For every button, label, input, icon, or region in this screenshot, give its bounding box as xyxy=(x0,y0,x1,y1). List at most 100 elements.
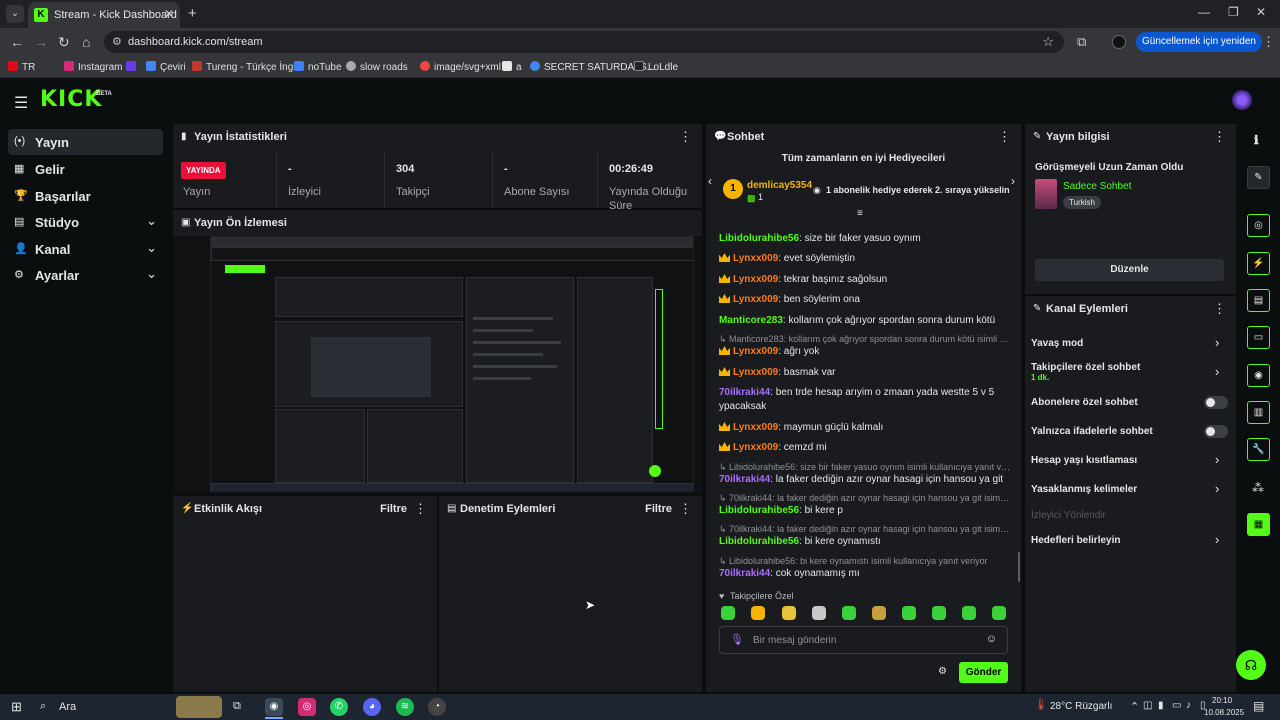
windows-start-icon[interactable]: ⊞ xyxy=(11,699,22,715)
info-icon[interactable]: ℹ xyxy=(1254,133,1259,147)
chat-username[interactable]: Manticore283 xyxy=(719,315,783,326)
site-info-icon[interactable]: ⚙ xyxy=(112,35,122,48)
chat-message[interactable]: Lynxx009: evet söylemiştin xyxy=(719,253,855,264)
minimize-icon[interactable]: — xyxy=(1198,5,1210,19)
chat-username[interactable]: Libidolurahibe56 xyxy=(719,536,799,547)
emoji-icon[interactable]: ☺ xyxy=(986,633,997,645)
chat-message[interactable]: Lynxx009: ağrı yok xyxy=(719,346,819,357)
chat-icon[interactable]: ▭ xyxy=(1247,326,1270,349)
forward-icon[interactable]: → xyxy=(34,34,48,50)
chat-username[interactable]: 70ilkraki44 xyxy=(719,474,770,485)
pinned-filter-icon[interactable]: ≡ xyxy=(857,208,863,219)
sidebar-item-kanal[interactable]: 👤 Kanal ⌄ xyxy=(8,236,163,262)
bookmark-item[interactable]: noTube xyxy=(294,61,342,73)
clapper-icon[interactable]: ▦ xyxy=(1247,513,1270,536)
edit-stream-info-button[interactable]: Düzenle xyxy=(1035,259,1224,281)
emote-only-toggle[interactable] xyxy=(1204,425,1228,438)
microphone-icon[interactable]: 🎙 xyxy=(730,633,744,646)
tray-icon[interactable]: ▮ xyxy=(1158,700,1164,711)
bookmark-item[interactable] xyxy=(126,61,140,73)
task-view-icon[interactable]: ⧉ xyxy=(233,700,241,713)
user-avatar[interactable] xyxy=(1232,90,1252,110)
chat-message[interactable]: Libidolurahibe56: bi kere oynamıstı xyxy=(719,536,881,547)
sidebar-item-yayin[interactable]: (•) Yayın xyxy=(8,129,163,155)
chat-message[interactable]: Lynxx009: tekrar başınız sağolsun xyxy=(719,274,887,285)
chat-username[interactable]: Lynxx009 xyxy=(733,346,778,357)
chat-username[interactable]: Lynxx009 xyxy=(733,442,778,453)
chat-message[interactable]: Libidolurahibe56: size bir faker yasuo o… xyxy=(719,233,921,244)
chevron-right-icon[interactable]: › xyxy=(1215,335,1219,350)
search-icon[interactable]: ⌕ xyxy=(40,700,46,713)
bookmark-item[interactable]: a xyxy=(502,61,522,73)
chat-message[interactable]: 70ilkraki44: ben trde hesap arıyim o zma… xyxy=(719,387,994,398)
home-icon[interactable]: ⌂ xyxy=(82,34,90,50)
more-options-icon[interactable]: ⋮ xyxy=(679,501,692,517)
emote-icon[interactable] xyxy=(812,606,826,620)
more-options-icon[interactable]: ⋮ xyxy=(679,129,692,145)
tab-close-icon[interactable]: ✕ xyxy=(164,7,174,21)
category-thumbnail[interactable] xyxy=(1035,179,1057,209)
bookmark-item[interactable]: Tureng - Türkçe İngi... xyxy=(192,61,304,73)
tab-search-icon[interactable]: ⌄ xyxy=(6,5,24,23)
chrome-icon[interactable]: ◉ xyxy=(265,698,283,716)
goals-item[interactable]: Hedefleri belirleyin xyxy=(1031,535,1120,546)
emote-icon[interactable] xyxy=(782,606,796,620)
reload-icon[interactable]: ↻ xyxy=(58,34,70,51)
emote-icon[interactable] xyxy=(721,606,735,620)
banned-words-item[interactable]: Yasaklanmış kelimeler xyxy=(1031,484,1137,495)
kick-logo[interactable]: KICK xyxy=(40,87,102,112)
chevron-right-icon[interactable]: › xyxy=(1215,481,1219,496)
chat-message[interactable]: 70ilkraki44: la faker dediğin azır oynar… xyxy=(719,474,1003,485)
chat-message[interactable]: Manticore283: kollarım çok ağrıyor spord… xyxy=(719,315,995,326)
browser-menu-icon[interactable]: ⋮ xyxy=(1262,34,1275,50)
pencil-icon[interactable]: ✎ xyxy=(1247,166,1270,189)
bookmark-item[interactable]: LoLdle xyxy=(634,61,678,73)
more-options-icon[interactable]: ⋮ xyxy=(998,129,1011,145)
emote-icon[interactable] xyxy=(992,606,1006,620)
broadcast-icon[interactable]: ◉ xyxy=(1247,364,1270,387)
whatsapp-icon[interactable]: ✆ xyxy=(330,698,348,716)
restore-icon[interactable]: ❐ xyxy=(1228,5,1239,19)
weather-text[interactable]: 28°C Rüzgarlı xyxy=(1050,701,1112,712)
category-name[interactable]: Sadece Sohbet xyxy=(1063,181,1131,192)
emote-icon[interactable] xyxy=(962,606,976,620)
wrench-icon[interactable]: 🔧 xyxy=(1247,438,1270,461)
activity-filter-button[interactable]: Filtre xyxy=(380,503,407,515)
chat-username[interactable]: 70ilkraki44 xyxy=(719,568,770,579)
chat-username[interactable]: 70ilkraki44 xyxy=(719,387,770,398)
chevron-right-icon[interactable]: › xyxy=(1215,532,1219,547)
chevron-up-icon[interactable]: ⌃ xyxy=(1130,700,1139,713)
chat-username[interactable]: Libidolurahibe56 xyxy=(719,233,799,244)
chat-scrollbar[interactable] xyxy=(1018,552,1020,582)
more-options-icon[interactable]: ⋮ xyxy=(414,501,427,517)
chat-message[interactable]: 70ilkraki44: cok oynamamış mı xyxy=(719,568,860,579)
chat-username[interactable]: Lynxx009 xyxy=(733,294,778,305)
storage-icon[interactable]: ▥ xyxy=(1247,401,1270,424)
lightning-icon[interactable]: ⚡ xyxy=(1247,252,1270,275)
chat-message[interactable]: Libidolurahibe56: bi kere p xyxy=(719,505,843,516)
sidebar-item-gelir[interactable]: ▦ Gelir xyxy=(8,156,163,182)
profile-avatar[interactable] xyxy=(1112,35,1126,49)
chevron-left-icon[interactable]: ‹ xyxy=(708,174,712,188)
more-options-icon[interactable]: ⋮ xyxy=(1213,129,1226,145)
instagram-icon[interactable]: ◎ xyxy=(298,698,316,716)
sidebar-item-studyo[interactable]: ▤ Stüdyo ⌄ xyxy=(8,209,163,235)
volume-icon[interactable]: ♪ xyxy=(1186,700,1191,711)
share-icon[interactable]: ⁂ xyxy=(1252,481,1264,495)
emote-icon[interactable] xyxy=(842,606,856,620)
tray-icon[interactable]: ◫ xyxy=(1143,700,1152,711)
subscribers-only-toggle[interactable] xyxy=(1204,396,1228,409)
more-options-icon[interactable]: ⋮ xyxy=(1213,301,1226,317)
account-age-item[interactable]: Hesap yaşı kısıtlaması xyxy=(1031,455,1137,466)
bookmark-star-icon[interactable]: ☆ xyxy=(1042,34,1054,50)
update-restart-button[interactable]: Güncellemek için yeniden başlat xyxy=(1136,32,1262,67)
chat-username[interactable]: Lynxx009 xyxy=(733,367,778,378)
extensions-icon[interactable]: ⧉ xyxy=(1077,34,1086,50)
chevron-right-icon[interactable]: › xyxy=(1011,174,1015,188)
notification-icon[interactable]: ▤ xyxy=(1253,699,1264,713)
top-gifter-name[interactable]: demlicay5354 xyxy=(747,180,812,191)
clock-time[interactable]: 20:10 xyxy=(1212,696,1232,705)
emote-icon[interactable] xyxy=(902,606,916,620)
back-icon[interactable]: ← xyxy=(10,34,24,50)
taskbar-search-label[interactable]: Ara xyxy=(59,701,76,713)
